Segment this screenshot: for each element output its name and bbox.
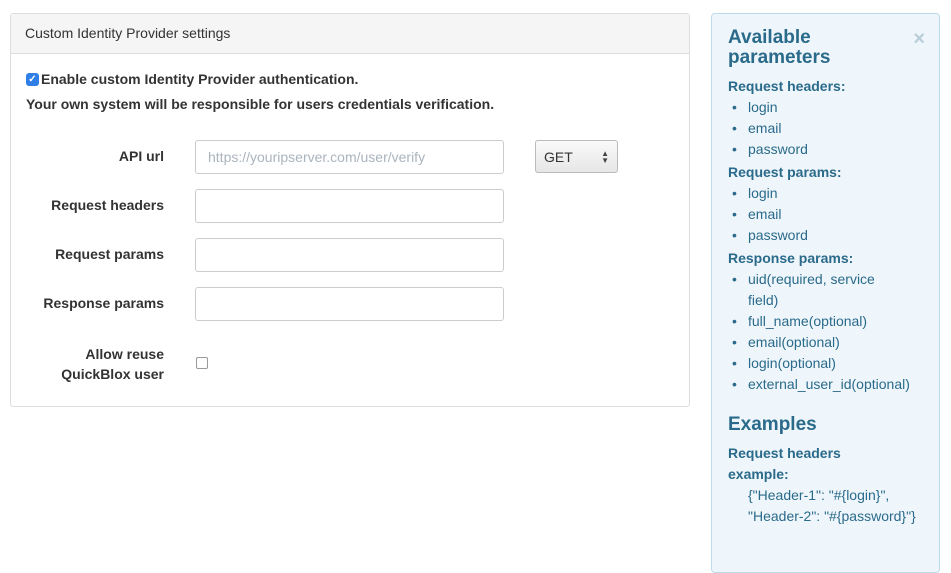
allow-reuse-label-line1: Allow reuse bbox=[85, 346, 164, 362]
enable-checkbox[interactable]: ✓ bbox=[26, 72, 39, 86]
list-item: email bbox=[732, 204, 923, 225]
method-select[interactable]: GET ▲ ▼ bbox=[535, 140, 618, 173]
allow-reuse-label-line2: QuickBlox user bbox=[61, 366, 164, 382]
request-params-label: Request params bbox=[55, 246, 164, 262]
examples-heading: Examples bbox=[728, 414, 817, 435]
identity-provider-panel: Custom Identity Provider settings ✓ Enab… bbox=[10, 13, 690, 407]
allow-reuse-checkbox[interactable] bbox=[196, 357, 208, 369]
request-headers-heading: Request headers: bbox=[728, 78, 846, 94]
list-item: external_user_id(optional) bbox=[732, 374, 923, 395]
example-code: {"Header-1": "#{login}", "Header-2": "#{… bbox=[748, 487, 916, 524]
enable-checkbox-row[interactable]: ✓ Enable custom Identity Provider authen… bbox=[26, 71, 358, 87]
available-parameters-box: × Available parameters Request headers: … bbox=[711, 13, 940, 573]
allow-reuse-label: Allow reuse QuickBlox user bbox=[24, 344, 164, 384]
list-item: email(optional) bbox=[732, 332, 923, 353]
note-text: Your own system will be responsible for … bbox=[26, 96, 495, 112]
request-headers-input[interactable] bbox=[195, 189, 504, 223]
request-params-heading: Request params: bbox=[728, 164, 842, 180]
list-item: password bbox=[732, 139, 923, 160]
select-arrows-icon: ▲ ▼ bbox=[601, 149, 609, 165]
list-item: login bbox=[732, 97, 923, 118]
response-params-label: Response params bbox=[43, 295, 164, 311]
panel-title: Custom Identity Provider settings bbox=[11, 14, 689, 54]
list-item: email bbox=[732, 118, 923, 139]
api-url-input[interactable] bbox=[195, 140, 504, 174]
list-item: full_name(optional) bbox=[732, 311, 923, 332]
list-item: login bbox=[732, 183, 923, 204]
request-headers-label: Request headers bbox=[51, 197, 164, 213]
request-params-input[interactable] bbox=[195, 238, 504, 272]
api-url-label: API url bbox=[118, 148, 164, 164]
method-value: GET bbox=[544, 149, 573, 165]
list-item: password bbox=[732, 225, 923, 246]
list-item: login(optional) bbox=[732, 353, 923, 374]
enable-label: Enable custom Identity Provider authenti… bbox=[41, 71, 359, 87]
response-params-input[interactable] bbox=[195, 287, 504, 321]
sidebar-title: Available parameters bbox=[728, 27, 831, 68]
list-item: uid(required, service field) bbox=[732, 269, 898, 311]
example-heading: Request headers example: bbox=[728, 445, 841, 482]
close-icon[interactable]: × bbox=[913, 28, 925, 51]
response-params-heading: Response params: bbox=[728, 250, 854, 266]
